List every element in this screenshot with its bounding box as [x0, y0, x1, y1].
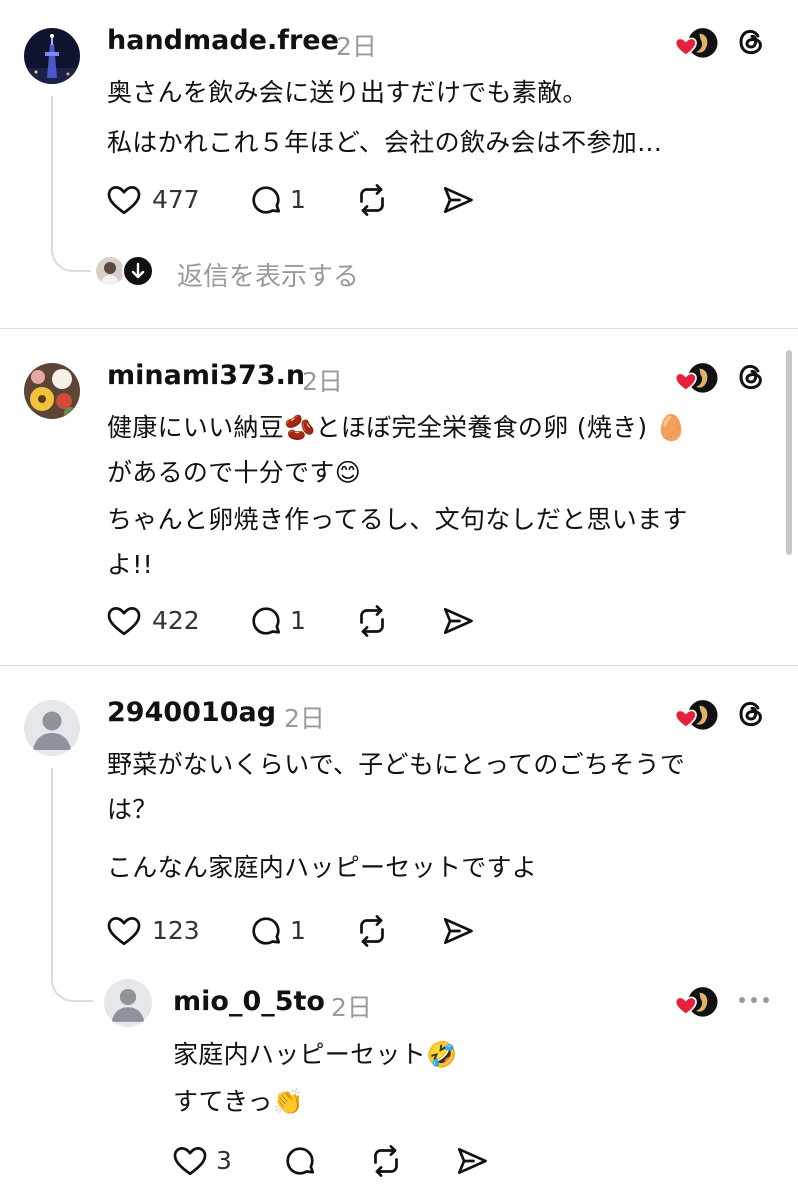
timestamp: 2日	[302, 367, 343, 396]
avatar[interactable]	[24, 363, 80, 419]
post-text-line: 奥さんを飲み会に送り出すだけでも素敵。	[107, 78, 588, 107]
username[interactable]: mio_0_5to	[173, 986, 325, 1017]
thread-line-curve	[51, 966, 93, 1002]
username[interactable]: minami373.n	[107, 360, 305, 391]
timestamp: 2日	[284, 704, 325, 733]
like-count: 3	[216, 1146, 232, 1175]
post-text-line: 家庭内ハッピーセット🤣	[173, 1040, 458, 1069]
post-text-line: すてきっ👏	[173, 1087, 305, 1116]
post-text-line: があるので十分です😊	[107, 458, 362, 487]
share-icon[interactable]	[440, 182, 476, 218]
divider	[0, 665, 798, 666]
repost-icon[interactable]	[354, 913, 390, 949]
repost-icon[interactable]	[354, 603, 390, 639]
timestamp: 2日	[336, 32, 377, 61]
view-replies-link[interactable]: 返信を表示する	[177, 256, 359, 293]
reply-count: 1	[290, 916, 306, 945]
post-text-line: 私はかれこれ５年ほど、会社の飲み会は不参加…	[107, 128, 663, 157]
repost-icon[interactable]	[354, 182, 390, 218]
comment-icon[interactable]	[248, 913, 284, 949]
post-text-line: 健康にいい納豆🫘とほぼ完全栄養食の卵 (焼き) 🥚	[107, 413, 688, 442]
default-avatar-icon[interactable]	[104, 979, 152, 1027]
liked-by-author-badge-icon	[672, 362, 720, 396]
post-text-line: は？	[107, 795, 158, 824]
heart-icon[interactable]	[106, 182, 142, 218]
reply-count: 1	[290, 606, 306, 635]
avatar[interactable]	[24, 28, 80, 84]
post-text-line: よ!!	[107, 550, 153, 579]
share-icon[interactable]	[440, 603, 476, 639]
thread-line	[51, 96, 53, 246]
thread-line-curve	[51, 236, 91, 272]
down-arrow-icon[interactable]	[122, 255, 154, 287]
comment-icon[interactable]	[282, 1143, 318, 1179]
share-icon[interactable]	[454, 1143, 490, 1179]
timestamp: 2日	[331, 993, 372, 1022]
share-icon[interactable]	[440, 913, 476, 949]
more-icon[interactable]	[736, 992, 772, 1008]
username[interactable]: 2940010ag	[107, 697, 276, 728]
heart-icon[interactable]	[106, 603, 142, 639]
liked-by-author-badge-icon	[672, 699, 720, 733]
threads-logo-icon[interactable]	[736, 27, 766, 57]
heart-icon[interactable]	[172, 1143, 208, 1179]
repost-icon[interactable]	[368, 1143, 404, 1179]
heart-icon[interactable]	[106, 913, 142, 949]
threads-logo-icon[interactable]	[736, 362, 766, 392]
divider	[0, 328, 798, 329]
liked-by-author-badge-icon	[672, 27, 720, 61]
thread-line	[51, 768, 53, 974]
like-count: 422	[152, 606, 200, 635]
default-avatar-icon[interactable]	[24, 700, 80, 756]
threads-logo-icon[interactable]	[736, 699, 766, 729]
comment-icon[interactable]	[248, 603, 284, 639]
like-count: 123	[152, 916, 200, 945]
post-text-line: ちゃんと卵焼き作ってるし、文句なしだと思います	[107, 505, 688, 534]
like-count: 477	[152, 185, 200, 214]
scrollbar[interactable]	[786, 350, 792, 555]
reply-avatar	[96, 257, 124, 285]
liked-by-author-badge-icon	[672, 986, 720, 1020]
post-text-line: こんなん家庭内ハッピーセットですよ	[107, 853, 538, 882]
comment-icon[interactable]	[248, 182, 284, 218]
reply-count: 1	[290, 185, 306, 214]
post-text-line: 野菜がないくらいで、子どもにとってのごちそうで	[107, 750, 686, 779]
username[interactable]: handmade.free	[107, 25, 339, 56]
